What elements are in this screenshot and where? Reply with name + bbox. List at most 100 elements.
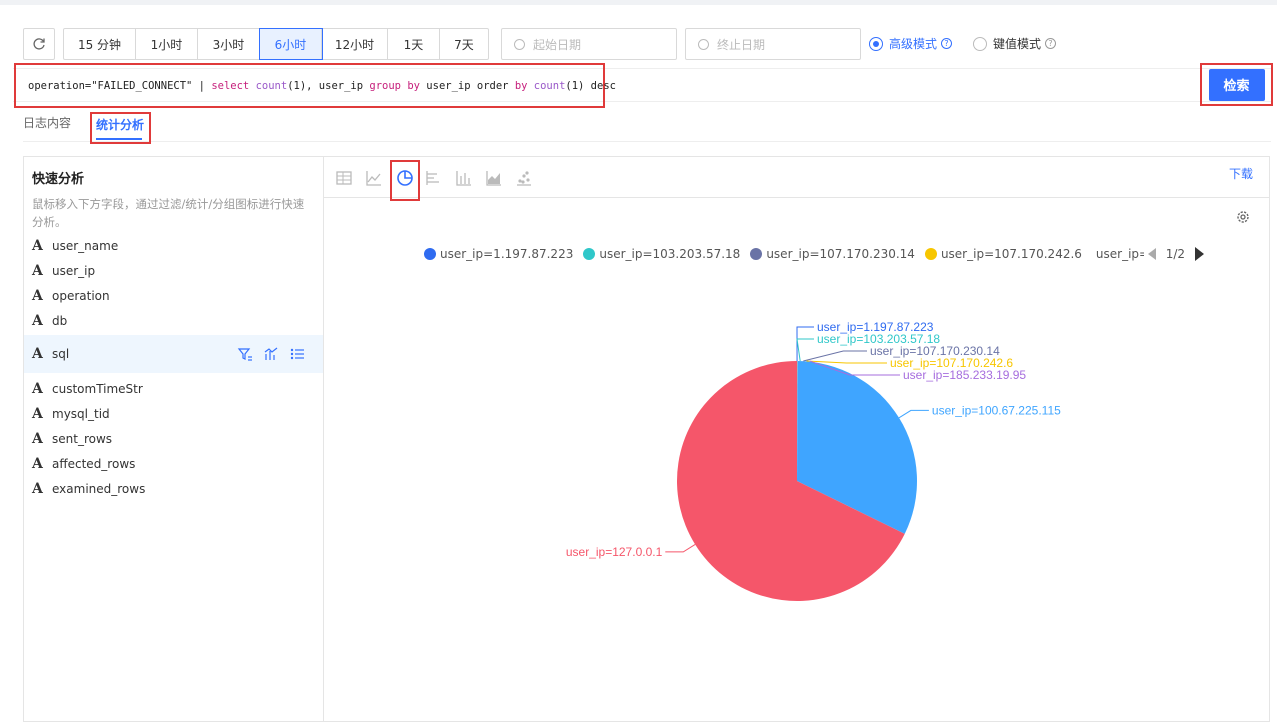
quick-analysis-description: 鼠标移入下方字段，通过过滤/统计/分组图标进行快速分析。 [32, 197, 305, 229]
statistics-icon[interactable] [263, 346, 279, 362]
chart-legend: user_ip=1.197.87.223 user_ip=103.203.57.1… [424, 245, 1204, 263]
scatter-icon[interactable] [514, 168, 534, 188]
field-item-examined-rows[interactable]: Aexamined_rows [24, 476, 323, 501]
field-name: sql [52, 347, 70, 361]
field-name: mysql_tid [52, 406, 110, 421]
legend-label: user_ip=103.203.57.18 [599, 247, 741, 261]
text-type-icon: A [32, 430, 43, 447]
legend-item[interactable]: user_ip=185.233.19.95 [1092, 247, 1144, 261]
line-chart-icon[interactable] [364, 168, 384, 188]
search-button[interactable]: 检索 [1208, 68, 1265, 101]
label-leader-line [806, 360, 887, 364]
field-name: sent_rows [52, 431, 113, 446]
field-item-sql[interactable]: Asql [24, 335, 323, 373]
legend-swatch [424, 248, 436, 260]
query-token: operation="FAILED_CONNECT" | [28, 79, 212, 92]
slice-label: user_ip=100.67.225.115 [932, 403, 1061, 417]
query-input[interactable]: operation="FAILED_CONNECT" | select coun… [14, 63, 616, 108]
time-range-button[interactable]: 12小时 [322, 29, 388, 59]
field-item-mysql-tid[interactable]: Amysql_tid [24, 401, 323, 426]
legend-item[interactable]: user_ip=1.197.87.223 [424, 247, 573, 261]
legend-item[interactable]: user_ip=107.170.242.6 [924, 247, 1082, 261]
filter-icon[interactable] [237, 346, 253, 362]
field-item-user-name[interactable]: Auser_name [24, 233, 323, 258]
field-item-customtimestr[interactable]: AcustomTimeStr [24, 376, 323, 401]
text-type-icon: A [32, 262, 43, 279]
pie-chart-highlight [390, 160, 420, 201]
legend-pager: 1/2 [1147, 247, 1204, 261]
time-range-button[interactable]: 7天 [440, 29, 488, 59]
time-range-group: 15 分钟 1小时 3小时 6小时 12小时 1天 7天 [63, 28, 489, 60]
query-token: (1) desc [565, 79, 616, 92]
help-icon[interactable]: ? [941, 38, 953, 49]
time-range-button[interactable]: 15 分钟 [64, 29, 136, 59]
result-tabs: 日志内容 统计分析 [23, 112, 1271, 144]
kv-mode-radio[interactable]: 键值模式 ? [973, 35, 1057, 52]
end-date-input[interactable]: 终止日期 [685, 28, 861, 60]
start-date-placeholder: 起始日期 [533, 37, 582, 52]
legend-swatch [750, 248, 763, 260]
query-token: count [255, 79, 288, 92]
refresh-button[interactable] [23, 28, 55, 60]
tab-stats-highlight: 统计分析 [90, 112, 151, 144]
field-name: affected_rows [52, 456, 136, 471]
tab-log-content[interactable]: 日志内容 [23, 114, 71, 131]
text-type-icon: A [32, 346, 43, 362]
query-token: select [211, 79, 256, 92]
slice-label: user_ip=127.0.0.1 [566, 545, 663, 559]
text-type-icon: A [32, 405, 43, 422]
legend-next-icon[interactable] [1195, 247, 1204, 261]
legend-label: user_ip=107.170.230.14 [766, 247, 915, 261]
pie-chart-icon[interactable] [395, 168, 415, 188]
legend-item[interactable]: user_ip=103.203.57.18 [583, 247, 740, 261]
field-item-db[interactable]: Adb [24, 308, 323, 333]
time-range-button[interactable]: 1小时 [136, 29, 198, 59]
field-item-operation[interactable]: Aoperation [24, 283, 323, 308]
gear-icon[interactable] [1235, 209, 1251, 225]
quick-analysis-panel: 快速分析 鼠标移入下方字段，通过过滤/统计/分组图标进行快速分析。 Auser_… [23, 156, 324, 722]
legend-item[interactable]: user_ip=107.170.230.14 [750, 247, 915, 261]
group-list-icon[interactable] [289, 346, 305, 362]
start-date-input[interactable]: 起始日期 [501, 28, 677, 60]
legend-label: user_ip=107.170.242.6 [940, 247, 1082, 261]
time-range-button[interactable]: 3小时 [198, 29, 260, 59]
query-token: (1), user_ip [287, 79, 370, 92]
query-token: count [533, 79, 566, 92]
field-name: db [52, 313, 68, 328]
query-token: group by [369, 79, 427, 92]
field-item-user-ip[interactable]: Auser_ip [24, 258, 323, 283]
field-name: operation [52, 288, 110, 303]
table-icon[interactable] [334, 168, 354, 188]
field-item-sent-rows[interactable]: Asent_rows [24, 426, 323, 451]
text-type-icon: A [32, 312, 43, 329]
search-button-highlight: 检索 [1200, 63, 1273, 106]
field-item-affected-rows[interactable]: Aaffected_rows [24, 451, 323, 476]
radio-dot [973, 36, 987, 51]
clock-icon [514, 38, 525, 50]
pie-chart: user_ip=1.197.87.223user_ip=103.203.57.1… [566, 320, 1061, 601]
area-chart-icon[interactable] [484, 168, 504, 188]
download-link[interactable]: 下载 [1229, 165, 1253, 182]
help-icon[interactable]: ? [1045, 38, 1057, 49]
legend-prev-icon[interactable] [1147, 248, 1156, 260]
horizontal-bar-icon[interactable] [424, 168, 444, 188]
text-type-icon: A [32, 380, 43, 397]
active-tab-indicator [96, 138, 142, 140]
advanced-mode-label: 高级模式 [889, 37, 938, 51]
text-type-icon: A [32, 455, 43, 472]
bar-chart-icon[interactable] [454, 168, 474, 188]
legend-label: user_ip=185.233.19.95 [1095, 247, 1144, 261]
legend-page: 1/2 [1165, 247, 1185, 261]
text-type-icon: A [32, 237, 43, 254]
label-leader-line [803, 350, 867, 362]
time-range-button[interactable]: 1天 [388, 29, 440, 59]
clock-icon [698, 38, 709, 50]
advanced-mode-radio[interactable]: 高级模式 ? [869, 35, 953, 52]
field-name: user_name [52, 238, 119, 253]
time-range-button[interactable]: 6小时 [259, 28, 323, 60]
legend-swatch [583, 248, 596, 260]
query-token: user_ip order [426, 79, 515, 92]
kv-mode-label: 键值模式 [993, 37, 1042, 51]
chart-type-toolbar: 下载 [324, 157, 1269, 201]
tab-stats[interactable]: 统计分析 [96, 116, 144, 133]
